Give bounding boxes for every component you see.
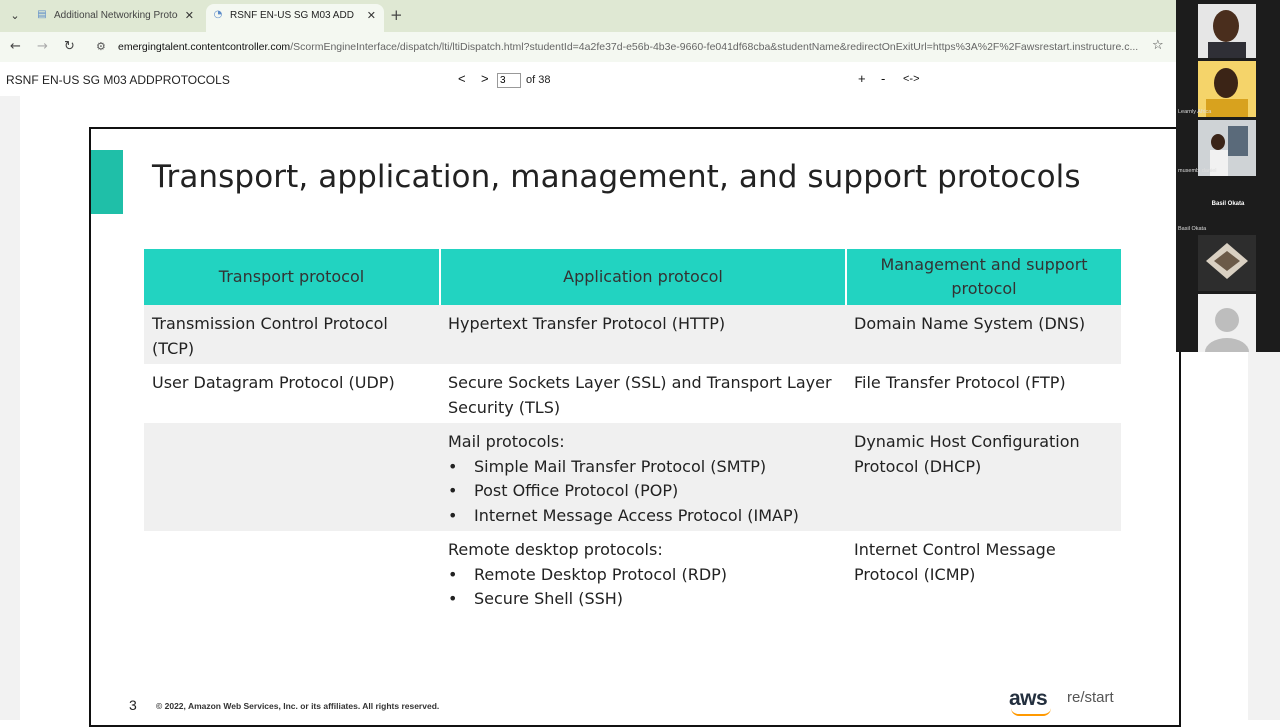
- header-application: Application protocol: [440, 249, 847, 305]
- url-field[interactable]: emergingtalent.contentcontroller.com/Sco…: [118, 40, 1142, 54]
- cell-application: Remote desktop protocols: Remote Desktop…: [440, 531, 846, 615]
- url-host: emergingtalent.contentcontroller.com: [118, 41, 291, 53]
- aws-smile-icon: [1011, 708, 1051, 716]
- forward-arrow-icon[interactable]: →: [37, 38, 48, 56]
- table-row: User Datagram Protocol (UDP) Secure Sock…: [144, 364, 1121, 423]
- cell-transport: [144, 423, 440, 531]
- header-management: Management and support protocol: [846, 249, 1121, 305]
- page-number-input[interactable]: [497, 73, 521, 88]
- bookmark-star-icon[interactable]: ☆: [1152, 38, 1164, 53]
- restart-logo-text: re/start: [1067, 689, 1114, 706]
- participant-video[interactable]: [1198, 235, 1256, 291]
- tab-additional-networking[interactable]: ▤ Additional Networking Protoco ✕: [30, 4, 202, 32]
- table-row: Remote desktop protocols: Remote Desktop…: [144, 531, 1121, 615]
- cell-transport: [144, 531, 440, 615]
- title-accent-bar: [91, 150, 123, 214]
- back-arrow-icon[interactable]: ←: [10, 38, 21, 56]
- tab-rsnf-addprotocols[interactable]: ◔ RSNF EN-US SG M03 ADDPROT ✕: [206, 4, 384, 32]
- participant-name: musembi daniel: [1178, 168, 1217, 174]
- document-title: RSNF EN-US SG M03 ADDPROTOCOLS: [6, 73, 230, 87]
- close-icon[interactable]: ✕: [185, 4, 194, 28]
- slide-page-number: 3: [129, 697, 137, 713]
- table-row: Transmission Control Protocol (TCP) Hype…: [144, 305, 1121, 364]
- header-transport: Transport protocol: [144, 249, 441, 305]
- participant-video[interactable]: [1198, 294, 1256, 352]
- viewer-toolbar: RSNF EN-US SG M03 ADDPROTOCOLS < > of 38…: [0, 62, 1280, 96]
- list-item: Simple Mail Transfer Protocol (SMTP): [448, 455, 838, 480]
- table-header-row: Transport protocol Application protocol …: [144, 249, 1121, 305]
- participant-name: Basil Okata: [1211, 201, 1245, 207]
- list-item: Internet Message Access Protocol (IMAP): [448, 504, 838, 529]
- slide-title: Transport, application, management, and …: [152, 159, 1081, 195]
- previous-page-button[interactable]: <: [458, 71, 466, 86]
- tab-title: Additional Networking Protoco: [54, 10, 178, 21]
- mail-protocols-heading: Mail protocols:: [448, 432, 565, 451]
- list-item: Secure Shell (SSH): [448, 587, 838, 612]
- tab-title: RSNF EN-US SG M03 ADDPROT: [230, 10, 354, 21]
- page-favicon-icon: ▤: [37, 9, 47, 20]
- cell-application: Mail protocols: Simple Mail Transfer Pro…: [440, 423, 846, 531]
- new-tab-plus-icon[interactable]: +: [390, 6, 403, 24]
- cell-management: Dynamic Host Configuration Protocol (DHC…: [846, 423, 1121, 531]
- cell-transport: User Datagram Protocol (UDP): [144, 364, 440, 423]
- participant-name: Basil Okata: [1178, 226, 1207, 232]
- cell-application: Secure Sockets Layer (SSL) and Transport…: [440, 364, 846, 423]
- video-participants-panel: Learnly Africa musembi daniel Basil Okat…: [1176, 0, 1280, 352]
- list-item: Post Office Protocol (POP): [448, 479, 838, 504]
- participant-video[interactable]: [1198, 4, 1256, 58]
- table-row: Mail protocols: Simple Mail Transfer Pro…: [144, 423, 1121, 531]
- fit-width-button[interactable]: <->: [903, 73, 920, 85]
- zoom-in-button[interactable]: +: [858, 71, 866, 86]
- cell-transport: Transmission Control Protocol (TCP): [144, 305, 440, 364]
- next-page-button[interactable]: >: [481, 71, 489, 86]
- page-total-label: of 38: [526, 74, 551, 86]
- copyright-text: © 2022, Amazon Web Services, Inc. or its…: [156, 701, 440, 711]
- avatar: [1198, 294, 1256, 352]
- remote-desktop-list: Remote Desktop Protocol (RDP) Secure She…: [448, 563, 838, 612]
- address-bar-row: ← → ↻ ⚙ emergingtalent.contentcontroller…: [0, 32, 1280, 62]
- cell-application: Hypertext Transfer Protocol (HTTP): [440, 305, 846, 364]
- close-icon[interactable]: ✕: [367, 4, 376, 28]
- cell-management: Domain Name System (DNS): [846, 305, 1121, 364]
- cell-management: File Transfer Protocol (FTP): [846, 364, 1121, 423]
- url-path: /ScormEngineInterface/dispatch/lti/ltiDi…: [290, 41, 1139, 53]
- list-item: Remote Desktop Protocol (RDP): [448, 563, 838, 588]
- remote-desktop-heading: Remote desktop protocols:: [448, 540, 663, 559]
- zoom-out-button[interactable]: -: [881, 71, 885, 86]
- page-favicon-icon: ◔: [213, 9, 223, 20]
- participant-name: Learnly Africa: [1178, 109, 1212, 115]
- avatar: [1198, 4, 1256, 58]
- chevron-down-icon[interactable]: ⌄: [6, 7, 24, 25]
- protocols-table: Transport protocol Application protocol …: [144, 249, 1121, 615]
- cell-management: Internet Control Message Protocol (ICMP): [846, 531, 1121, 615]
- browser-tab-strip: ⌄ ▤ Additional Networking Protoco ✕ ◔ RS…: [0, 0, 1280, 32]
- slide: Transport, application, management, and …: [89, 127, 1181, 727]
- mail-protocols-list: Simple Mail Transfer Protocol (SMTP) Pos…: [448, 455, 838, 529]
- site-info-icon[interactable]: ⚙: [96, 40, 106, 53]
- avatar: [1198, 235, 1256, 291]
- reload-icon[interactable]: ↻: [64, 38, 75, 56]
